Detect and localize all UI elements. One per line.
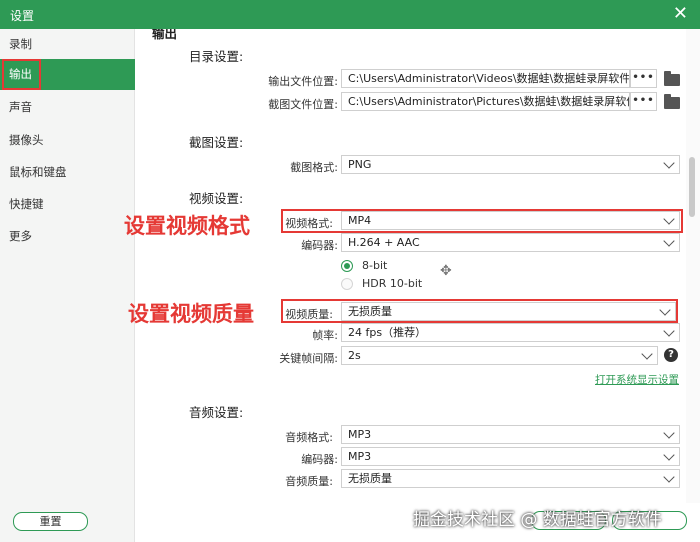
screenshot-location-field[interactable]: C:\Users\Administrator\Pictures\数据蛙\数据蛙录… [341, 92, 630, 111]
page-heading: 输出 [152, 29, 178, 41]
directory-section-title: 目录设置: [189, 49, 244, 64]
chevron-down-icon [663, 427, 675, 439]
chevron-down-icon [663, 449, 675, 461]
audio-format-value: MP3 [348, 428, 372, 441]
screenshot-section-title: 截图设置: [189, 135, 244, 150]
video-encoder-value: H.264 + AAC [348, 236, 420, 249]
scrollbar-thumb[interactable] [689, 157, 695, 217]
audio-encoder-value: MP3 [348, 450, 372, 463]
video-format-value: MP4 [348, 214, 372, 227]
radio-hdr10bit-label: HDR 10-bit [362, 277, 423, 290]
screenshot-format-label: 截图格式: [290, 161, 338, 174]
help-icon[interactable]: ? [664, 348, 678, 362]
chevron-down-icon [663, 325, 675, 337]
audio-section-title: 音频设置: [189, 405, 244, 420]
browse-screenshot-button[interactable]: ••• [630, 92, 657, 111]
screenshot-format-value: PNG [348, 158, 372, 171]
open-display-settings-link[interactable]: 打开系统显示设置 [595, 372, 679, 387]
audio-encoder-label: 编码器: [301, 453, 338, 466]
reset-button[interactable]: 重置 [13, 512, 88, 531]
sidebar: 录制 输出 声音 摄像头 鼠标和键盘 快捷键 更多 重置 [0, 29, 135, 542]
close-icon[interactable]: ✕ [673, 3, 688, 24]
sidebar-item-sound[interactable]: 声音 [0, 92, 135, 123]
video-format-select[interactable]: MP4 [341, 211, 680, 230]
sidebar-item-hotkeys[interactable]: 快捷键 [0, 189, 135, 220]
sidebar-item-camera[interactable]: 摄像头 [0, 125, 135, 156]
chevron-down-icon [663, 235, 675, 247]
audio-encoder-select[interactable]: MP3 [341, 447, 680, 466]
video-quality-select[interactable]: 无损质量 [341, 302, 676, 321]
window-title: 设置 [10, 9, 35, 23]
framerate-label: 帧率: [312, 329, 338, 342]
title-bar: 设置 ✕ [0, 0, 700, 29]
audio-format-select[interactable]: MP3 [341, 425, 680, 444]
framerate-select[interactable]: 24 fps（推荐） [341, 323, 680, 342]
highlight-box [2, 59, 41, 90]
output-location-label: 输出文件位置: [268, 75, 338, 88]
keyframe-interval-label: 关键帧间隔: [279, 352, 338, 365]
chevron-down-icon [641, 348, 653, 360]
watermark: 掘金技术社区 @ 数据蛙官方软件 [413, 510, 662, 530]
sidebar-item-mouse-keyboard[interactable]: 鼠标和键盘 [0, 157, 135, 188]
sidebar-item-output[interactable]: 输出 [0, 59, 135, 90]
sidebar-item-more[interactable]: 更多 [0, 221, 135, 252]
video-quality-value: 无损质量 [348, 305, 392, 318]
folder-icon[interactable] [664, 94, 680, 109]
chevron-down-icon [663, 471, 675, 483]
radio-hdr10bit[interactable] [341, 278, 353, 290]
keyframe-interval-value: 2s [348, 349, 361, 362]
video-section-title: 视频设置: [189, 191, 244, 206]
screenshot-format-select[interactable]: PNG [341, 155, 680, 174]
screenshot-location-label: 截图文件位置: [268, 98, 338, 111]
keyframe-interval-select[interactable]: 2s [341, 346, 658, 365]
settings-panel: 输出 目录设置: 输出文件位置: C:\Users\Administrator\… [136, 29, 686, 503]
video-encoder-select[interactable]: H.264 + AAC [341, 233, 680, 252]
chevron-down-icon [663, 157, 675, 169]
sidebar-item-record[interactable]: 录制 [0, 29, 135, 60]
radio-8bit[interactable] [341, 260, 353, 272]
chevron-down-icon [659, 304, 671, 316]
scrollbar[interactable] [686, 29, 700, 503]
annotation-set-video-quality: 设置视频质量 [128, 302, 254, 326]
browse-output-button[interactable]: ••• [630, 69, 657, 88]
move-cursor-icon: ✥ [440, 263, 452, 279]
output-location-field[interactable]: C:\Users\Administrator\Videos\数据蛙\数据蛙录屏软… [341, 69, 630, 88]
folder-icon[interactable] [664, 71, 680, 86]
audio-quality-value: 无损质量 [348, 472, 392, 485]
audio-quality-label: 音频质量: [285, 475, 333, 488]
audio-format-label: 音频格式: [285, 431, 333, 444]
radio-8bit-label: 8-bit [362, 259, 388, 272]
framerate-value: 24 fps（推荐） [348, 326, 427, 339]
chevron-down-icon [663, 213, 675, 225]
annotation-set-video-format: 设置视频格式 [124, 214, 250, 238]
audio-quality-select[interactable]: 无损质量 [341, 469, 680, 488]
